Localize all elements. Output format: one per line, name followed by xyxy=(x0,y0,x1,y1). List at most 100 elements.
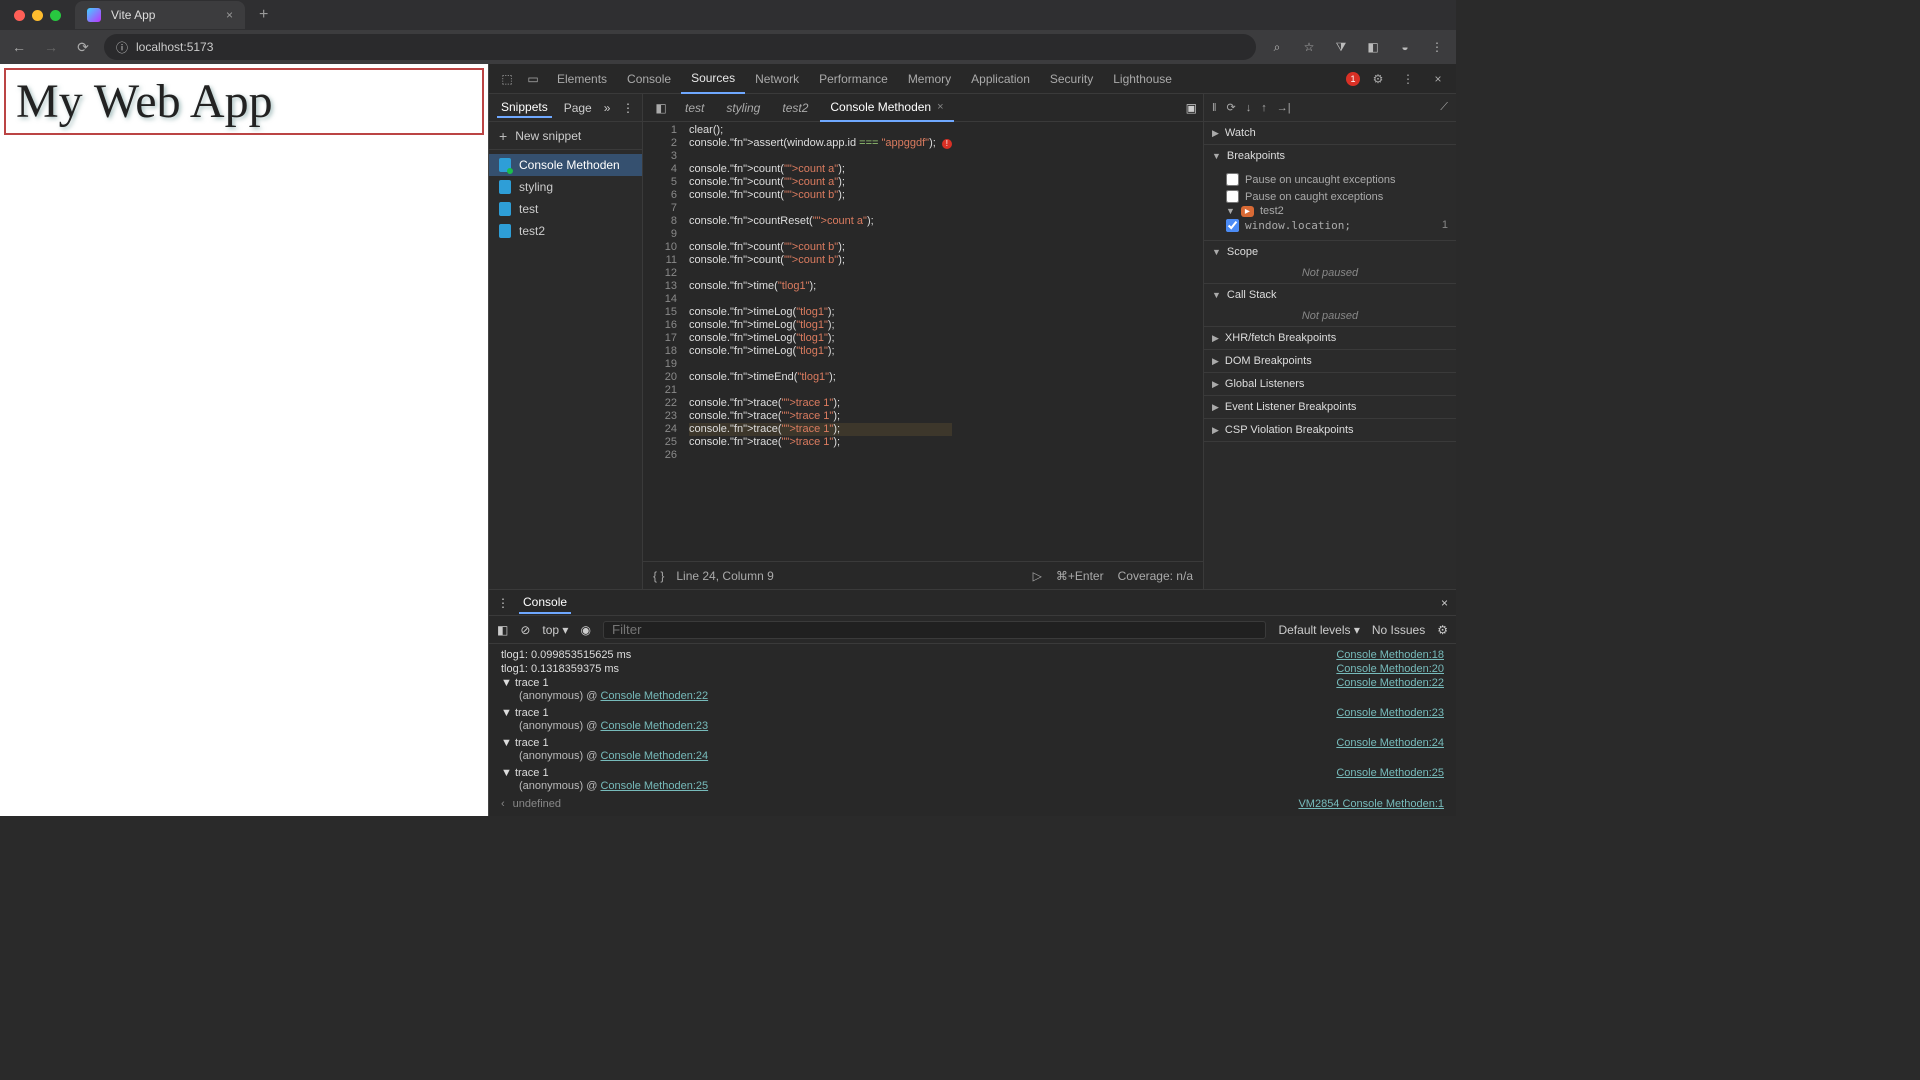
dom-breakpoints-section[interactable]: ▶DOM Breakpoints xyxy=(1204,350,1456,372)
devtools-tab-application[interactable]: Application xyxy=(961,64,1040,94)
coverage-icon[interactable]: ▣ xyxy=(1186,101,1197,115)
callstack-not-paused: Not paused xyxy=(1204,306,1456,326)
toggle-sidebar-icon[interactable]: ◧ xyxy=(649,101,673,115)
pretty-print-icon[interactable]: { } xyxy=(653,569,664,583)
devtools-tab-lighthouse[interactable]: Lighthouse xyxy=(1103,64,1182,94)
address-bar[interactable]: ⓘ localhost:5173 xyxy=(104,34,1256,60)
close-tab-icon[interactable]: × xyxy=(226,8,233,22)
console-drawer-tab[interactable]: Console xyxy=(519,592,571,614)
console-log-row: ▼ trace 1Console Methoden:24 xyxy=(489,736,1456,750)
step-out-button[interactable]: ↑ xyxy=(1261,102,1267,114)
reload-button[interactable]: ⟳ xyxy=(72,39,94,56)
deactivate-breakpoints-button[interactable]: ⟋ xyxy=(1440,101,1448,114)
issues-label[interactable]: No Issues xyxy=(1372,623,1425,637)
pause-caught-checkbox[interactable]: Pause on caught exceptions xyxy=(1226,188,1448,205)
editor-tab[interactable]: test2 xyxy=(772,94,818,122)
xhr-breakpoints-section[interactable]: ▶XHR/fetch Breakpoints xyxy=(1204,327,1456,349)
page-tab[interactable]: Page xyxy=(560,99,596,117)
console-settings-icon[interactable]: ⚙ xyxy=(1437,623,1448,637)
devtools-tab-sources[interactable]: Sources xyxy=(681,64,745,94)
source-link[interactable]: Console Methoden:23 xyxy=(1336,707,1444,719)
kebab-icon[interactable]: ⋮ xyxy=(1396,72,1420,86)
stack-link[interactable]: Console Methoden:25 xyxy=(600,780,708,792)
rendered-page: My Web App xyxy=(0,64,488,816)
source-link[interactable]: Console Methoden:22 xyxy=(1336,677,1444,689)
step-into-button[interactable]: ↓ xyxy=(1246,102,1252,114)
new-snippet-button[interactable]: + New snippet xyxy=(489,122,642,150)
console-sidebar-icon[interactable]: ◧ xyxy=(497,623,508,637)
snippet-item[interactable]: test2 xyxy=(489,220,642,242)
console-log-row: tlog1: 0.099853515625 msConsole Methoden… xyxy=(489,648,1456,662)
stack-frame: (anonymous) @ Console Methoden:22 xyxy=(489,690,1456,706)
pause-uncaught-checkbox[interactable]: Pause on uncaught exceptions xyxy=(1226,171,1448,188)
callstack-section[interactable]: ▼Call Stack xyxy=(1204,284,1456,306)
step-over-button[interactable]: →| xyxy=(1277,102,1291,114)
close-editor-tab-icon[interactable]: × xyxy=(937,101,943,113)
snippets-tab[interactable]: Snippets xyxy=(497,98,552,118)
sidebar-kebab-icon[interactable]: ⋮ xyxy=(622,101,634,115)
profile-icon[interactable]: ◒ xyxy=(1394,40,1416,54)
source-link[interactable]: VM2854 Console Methoden:1 xyxy=(1298,798,1444,810)
sidepanel-icon[interactable]: ◧ xyxy=(1362,40,1384,54)
source-link[interactable]: Console Methoden:18 xyxy=(1336,649,1444,661)
watch-section[interactable]: ▶Watch xyxy=(1204,122,1456,144)
pause-button[interactable]: ‖ xyxy=(1212,102,1217,114)
event-breakpoints-section[interactable]: ▶Event Listener Breakpoints xyxy=(1204,396,1456,418)
drawer-kebab-icon[interactable]: ⋮ xyxy=(497,596,509,610)
snippet-item[interactable]: test xyxy=(489,198,642,220)
close-devtools-icon[interactable]: × xyxy=(1426,72,1450,86)
back-button[interactable]: ← xyxy=(8,39,30,55)
resume-button[interactable]: ⟳ xyxy=(1227,101,1236,114)
source-link[interactable]: Console Methoden:25 xyxy=(1336,767,1444,779)
minimize-window-icon[interactable] xyxy=(32,10,43,21)
inspect-icon[interactable]: ⬚ xyxy=(495,72,519,86)
csp-breakpoints-section[interactable]: ▶CSP Violation Breakpoints xyxy=(1204,419,1456,441)
source-link[interactable]: Console Methoden:24 xyxy=(1336,737,1444,749)
forward-button[interactable]: → xyxy=(40,39,62,55)
devtools-tab-security[interactable]: Security xyxy=(1040,64,1103,94)
close-drawer-icon[interactable]: × xyxy=(1441,596,1448,610)
bookmark-icon[interactable]: ☆ xyxy=(1298,40,1320,54)
breakpoint-file[interactable]: ▼▸test2 xyxy=(1226,205,1448,217)
devtools-tab-network[interactable]: Network xyxy=(745,64,809,94)
error-indicator[interactable]: 1 xyxy=(1346,71,1360,86)
breakpoints-section[interactable]: ▼Breakpoints xyxy=(1204,145,1456,167)
device-icon[interactable]: ▭ xyxy=(521,72,545,86)
new-tab-button[interactable]: + xyxy=(253,6,274,24)
browser-tab-bar: Vite App × + xyxy=(0,0,1456,30)
editor-tab[interactable]: test xyxy=(675,94,714,122)
breakpoint-line[interactable]: window.location; 1 xyxy=(1226,217,1448,234)
stack-link[interactable]: Console Methoden:23 xyxy=(600,720,708,732)
editor-tab[interactable]: styling xyxy=(716,94,770,122)
log-levels-selector[interactable]: Default levels ▾ xyxy=(1278,623,1359,637)
stack-link[interactable]: Console Methoden:22 xyxy=(600,690,708,702)
devtools-tab-console[interactable]: Console xyxy=(617,64,681,94)
zoom-icon[interactable]: ⌕ xyxy=(1266,40,1288,55)
source-link[interactable]: Console Methoden:20 xyxy=(1336,663,1444,675)
snippet-item[interactable]: Console Methoden xyxy=(489,154,642,176)
site-info-icon[interactable]: ⓘ xyxy=(116,39,128,56)
global-listeners-section[interactable]: ▶Global Listeners xyxy=(1204,373,1456,395)
live-expression-icon[interactable]: ◉ xyxy=(580,623,590,637)
stack-link[interactable]: Console Methoden:24 xyxy=(600,750,708,762)
devtools-tab-memory[interactable]: Memory xyxy=(898,64,961,94)
browser-tab[interactable]: Vite App × xyxy=(75,1,245,29)
menu-icon[interactable]: ⋮ xyxy=(1426,40,1448,54)
devtools-tab-performance[interactable]: Performance xyxy=(809,64,898,94)
coverage-label: Coverage: n/a xyxy=(1118,569,1193,583)
snippet-item[interactable]: styling xyxy=(489,176,642,198)
close-window-icon[interactable] xyxy=(14,10,25,21)
code-editor[interactable]: 1234567891011121314151617181920212223242… xyxy=(643,122,1203,561)
maximize-window-icon[interactable] xyxy=(50,10,61,21)
devtools-tabs: ⬚ ▭ ElementsConsoleSourcesNetworkPerform… xyxy=(489,64,1456,94)
more-tabs-icon[interactable]: » xyxy=(604,101,611,115)
devtools-tab-elements[interactable]: Elements xyxy=(547,64,617,94)
scope-section[interactable]: ▼Scope xyxy=(1204,241,1456,263)
settings-icon[interactable]: ⚙ xyxy=(1366,72,1390,86)
run-icon[interactable]: ▷ xyxy=(1033,569,1042,583)
console-filter-input[interactable] xyxy=(603,621,1267,639)
extensions-icon[interactable]: ⧩ xyxy=(1330,40,1352,55)
clear-console-icon[interactable]: ⊘ xyxy=(520,623,530,637)
editor-tab[interactable]: Console Methoden × xyxy=(820,94,953,122)
context-selector[interactable]: top ▾ xyxy=(542,623,568,637)
